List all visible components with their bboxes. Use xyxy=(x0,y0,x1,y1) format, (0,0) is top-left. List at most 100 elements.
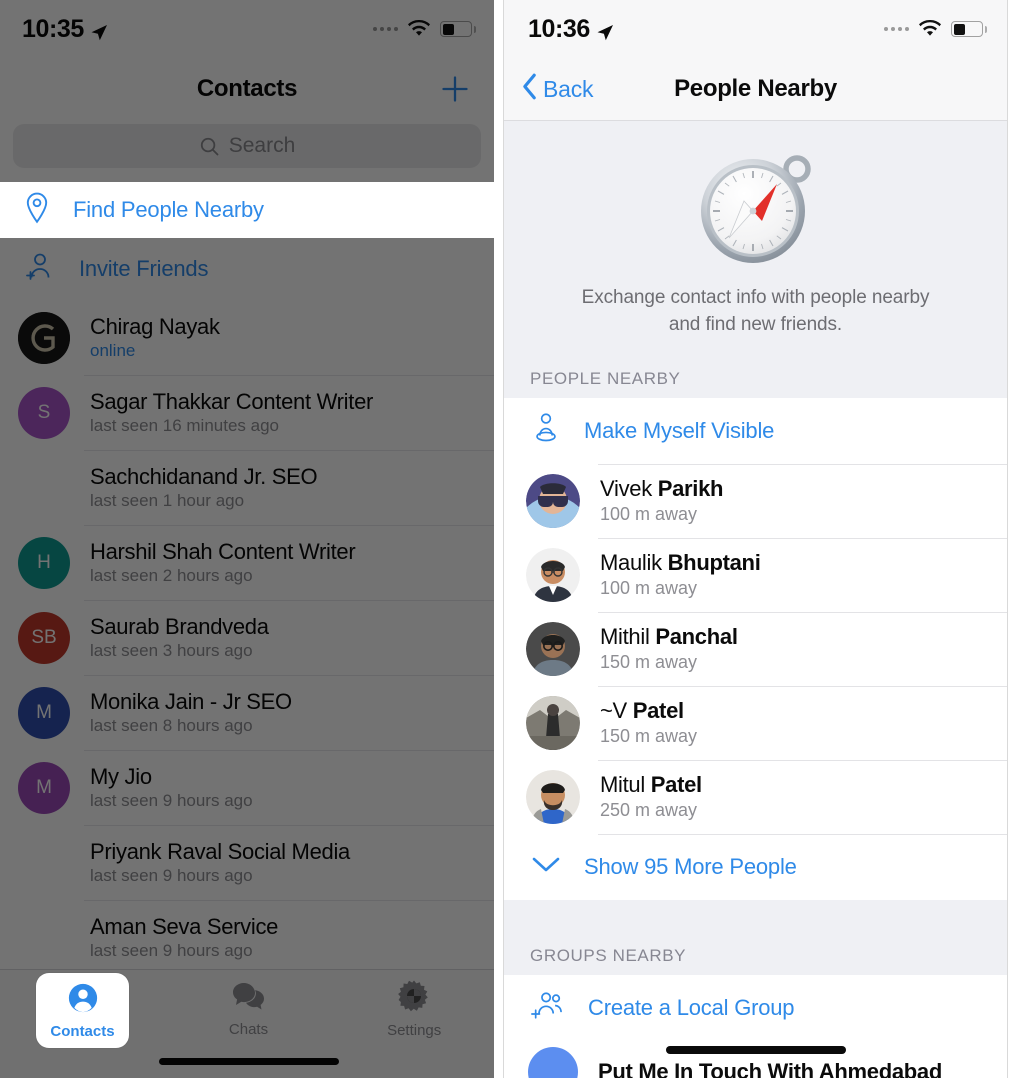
contact-row[interactable]: M My Jio last seen 9 hours ago xyxy=(0,750,494,825)
status-bar-indicators xyxy=(373,19,476,38)
status-bar-right: 10:36 xyxy=(504,0,1007,58)
person-distance: 250 m away xyxy=(600,800,698,821)
home-indicator xyxy=(158,1058,339,1065)
people-nearby-section: Make Myself Visible Vivek Parikh 100 m aw… xyxy=(504,397,1007,900)
contact-name: Monika Jain - Jr SEO xyxy=(90,688,292,714)
back-label: Back xyxy=(543,75,594,102)
avatar: H xyxy=(18,536,70,589)
contact-text: Chirag Nayak online xyxy=(90,313,220,361)
location-arrow-icon xyxy=(596,20,614,41)
location-arrow-icon xyxy=(90,20,108,41)
status-bar-indicators-right xyxy=(884,19,987,38)
contact-row[interactable]: Aman Seva Service last seen 9 hours ago xyxy=(0,900,494,975)
person-name: Mitul Patel xyxy=(600,772,702,797)
tab-settings[interactable]: Settings xyxy=(331,970,494,1048)
person-distance: 100 m away xyxy=(600,504,698,525)
contact-row[interactable]: M Monika Jain - Jr SEO last seen 8 hours a… xyxy=(0,675,494,750)
contact-name: My Jio xyxy=(90,763,152,789)
hero-description: Exchange contact info with people nearby… xyxy=(504,285,1007,339)
hero-section: Exchange contact info with people nearby… xyxy=(504,121,1007,361)
contact-row[interactable]: Chirag Nayak online xyxy=(0,300,494,375)
person-name: Mithil Panchal xyxy=(600,623,738,649)
contact-row[interactable]: Priyank Raval Social Media last seen 9 ho… xyxy=(0,825,494,900)
make-myself-visible-row[interactable]: Make Myself Visible xyxy=(504,398,1007,464)
nav-bar-right: Back People Nearby xyxy=(504,58,1007,121)
search-input[interactable]: Search xyxy=(13,124,481,168)
home-indicator-right xyxy=(665,1046,846,1054)
people-nearby-screen: 10:36 Back People Nearby Exchange contac… xyxy=(503,0,1008,1078)
show-more-people-row[interactable]: Show 95 More People xyxy=(504,833,1007,900)
person-row[interactable]: Vivek Parikh 100 m away xyxy=(504,463,1007,538)
person-last-name: Parikh xyxy=(657,475,724,501)
battery-icon xyxy=(440,21,476,37)
person-row[interactable]: Mithil Panchal 150 m away xyxy=(504,611,1007,686)
create-local-group-label: Create a Local Group xyxy=(588,994,795,1020)
create-local-group-row[interactable]: Create a Local Group xyxy=(504,975,1007,1041)
person-distance: 150 m away xyxy=(600,652,698,673)
contact-status: last seen 9 hours ago xyxy=(90,940,253,960)
invite-friends-label: Invite Friends xyxy=(79,256,209,281)
find-people-nearby-row[interactable]: Find People Nearby xyxy=(0,182,494,238)
person-text: ~V Patel 150 m away xyxy=(600,698,697,747)
screenshot-root: 10:35 Contacts Search Find People Nearby… xyxy=(0,0,1011,1078)
contact-name: Chirag Nayak xyxy=(90,313,220,339)
person-avatar xyxy=(526,769,580,824)
avatar xyxy=(18,462,70,514)
plus-icon[interactable] xyxy=(438,72,472,106)
tab-chats[interactable]: Chats xyxy=(166,970,332,1048)
contact-text: Sachchidanand Jr. SEO last seen 1 hour ag… xyxy=(90,464,318,511)
invite-friends-row[interactable]: Invite Friends xyxy=(0,238,494,300)
battery-icon xyxy=(951,21,987,37)
person-circle-icon-highlight xyxy=(67,982,99,1019)
gear-icon xyxy=(397,979,431,1018)
contact-status: last seen 1 hour ago xyxy=(90,490,245,510)
status-time-right: 10:36 xyxy=(528,14,590,43)
nav-bar: Contacts xyxy=(0,58,494,120)
person-name: ~V Patel xyxy=(600,698,697,723)
contact-row[interactable]: SB Saurab Brandveda last seen 3 hours ago xyxy=(0,600,494,675)
find-people-nearby-label: Find People Nearby xyxy=(73,197,264,222)
back-button[interactable]: Back xyxy=(522,73,594,105)
groups-nearby-section-header: GROUPS NEARBY xyxy=(504,937,1007,975)
group-avatar xyxy=(528,1046,578,1078)
tab-contacts-spotlight[interactable]: Contacts xyxy=(36,973,129,1048)
tab-settings-label: Settings xyxy=(387,1022,442,1039)
contact-text: Priyank Raval Social Media last seen 9 ho… xyxy=(90,839,350,886)
contact-name: Aman Seva Service xyxy=(90,913,279,939)
wifi-icon xyxy=(918,19,942,38)
person-last-name: Bhuptani xyxy=(667,549,761,575)
person-row[interactable]: Mitul Patel 250 m away xyxy=(504,759,1007,834)
page-title: Contacts xyxy=(196,75,298,102)
add-group-icon xyxy=(530,990,566,1025)
person-name: Vivek Parikh xyxy=(600,475,724,501)
location-pin-icon xyxy=(24,192,50,229)
status-bar-time-group-right: 10:36 xyxy=(528,15,614,44)
person-avatar xyxy=(526,621,580,676)
person-name: Maulik Bhuptani xyxy=(600,549,761,575)
avatar xyxy=(18,837,70,889)
contact-status: last seen 9 hours ago xyxy=(90,865,253,885)
avatar xyxy=(18,912,70,964)
person-first-name: Mithil xyxy=(600,623,650,649)
person-row[interactable]: ~V Patel 150 m away xyxy=(504,685,1007,760)
contact-row[interactable]: H Harshil Shah Content Writer last seen 2 … xyxy=(0,525,494,600)
person-row[interactable]: Maulik Bhuptani 100 m away xyxy=(504,537,1007,612)
person-text: Maulik Bhuptani 100 m away xyxy=(600,549,761,599)
wifi-icon xyxy=(407,19,431,38)
hero-line-2: and find new friends. xyxy=(668,313,843,335)
compass-icon xyxy=(691,149,821,267)
contact-text: Sagar Thakkar Content Writer last seen 16… xyxy=(90,389,373,436)
contact-status: last seen 9 hours ago xyxy=(90,790,253,810)
contact-row[interactable]: S Sagar Thakkar Content Writer last seen 1… xyxy=(0,375,494,450)
person-text: Mithil Panchal 150 m away xyxy=(600,623,738,673)
contact-status: last seen 8 hours ago xyxy=(90,715,253,735)
avatar: SB xyxy=(18,611,70,664)
signal-dots-icon xyxy=(884,27,909,31)
contact-text: Harshil Shah Content Writer last seen 2 h… xyxy=(90,539,356,586)
contact-text: Aman Seva Service last seen 9 hours ago xyxy=(90,913,279,961)
chat-bubbles-icon xyxy=(231,980,267,1017)
contact-row[interactable]: Sachchidanand Jr. SEO last seen 1 hour ag… xyxy=(0,450,494,525)
tab-chats-label: Chats xyxy=(228,1021,269,1038)
contact-text: Saurab Brandveda last seen 3 hours ago xyxy=(90,614,269,661)
person-first-name: Vivek xyxy=(600,475,652,501)
